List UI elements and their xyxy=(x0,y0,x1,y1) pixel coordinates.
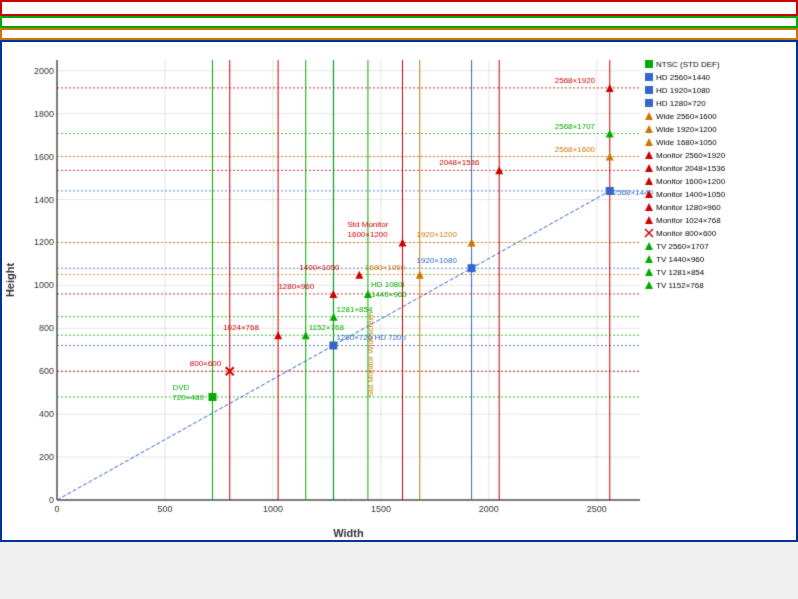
hd-banner xyxy=(2,42,796,50)
standard-monitor-banner xyxy=(0,0,798,16)
tv-banner xyxy=(0,16,798,28)
widescreen-banner xyxy=(0,28,798,40)
